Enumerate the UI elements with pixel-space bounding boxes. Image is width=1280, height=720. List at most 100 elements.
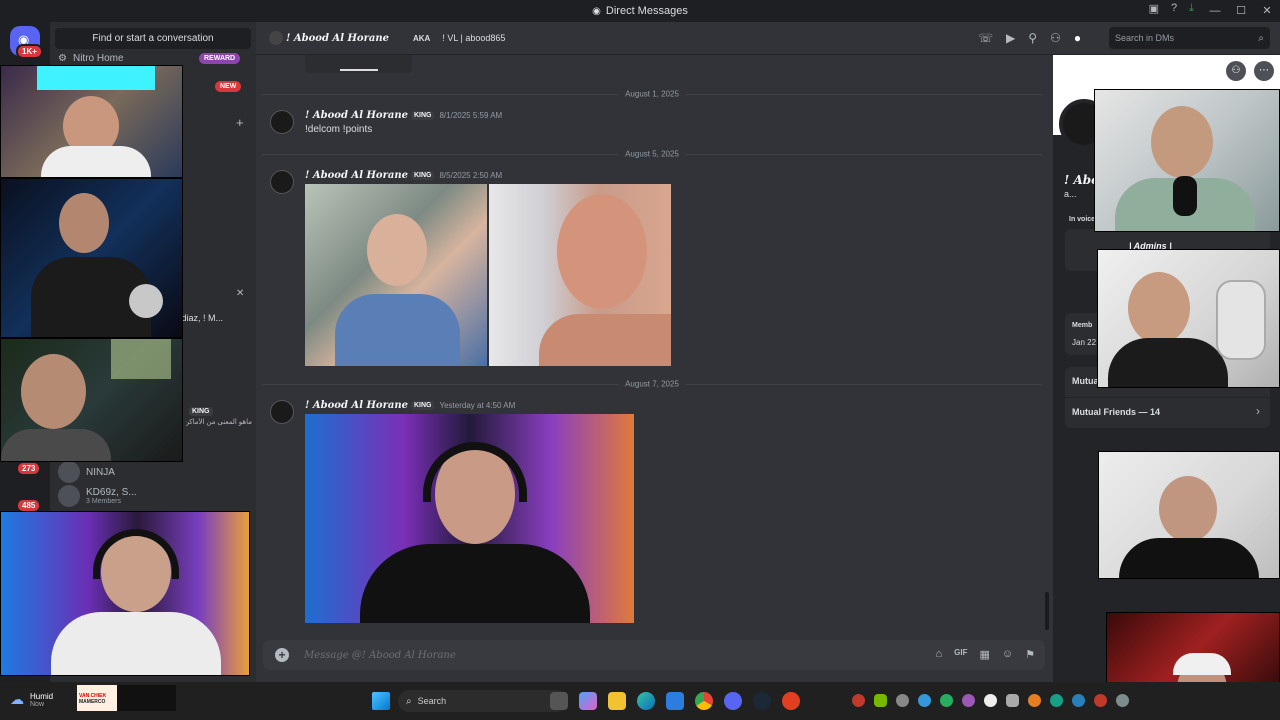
- weather-widget[interactable]: ☁ Humid Now: [10, 691, 53, 708]
- dm-item-kd69z[interactable]: KD69z, S... 3 Members: [58, 485, 137, 507]
- mutual-friends-row[interactable]: Mutual Friends — 14 ›: [1065, 398, 1270, 428]
- cam-shirt: [1119, 538, 1259, 578]
- taskbar-search[interactable]: ⌕ Search: [398, 690, 568, 712]
- member-since-label: Memb: [1072, 322, 1093, 329]
- role-tag: KING: [410, 111, 435, 120]
- inbox-icon[interactable]: ▣: [1149, 2, 1159, 15]
- message-header: ! Abood Al Horane KING 8/5/2025 2:50 AM: [305, 170, 502, 181]
- help-icon[interactable]: ?: [1171, 2, 1177, 15]
- tray-app-icon[interactable]: [984, 694, 997, 707]
- video-call-icon[interactable]: ▶: [1006, 31, 1015, 45]
- user-profile-icon[interactable]: ●: [1074, 31, 1081, 45]
- date-label: August 7, 2025: [619, 379, 685, 389]
- chrome-icon[interactable]: [695, 692, 713, 710]
- cam-shirt: [51, 612, 221, 675]
- discord-app-icon[interactable]: [724, 692, 742, 710]
- scrollbar[interactable]: [1045, 592, 1049, 630]
- obs-icon[interactable]: [782, 692, 800, 710]
- voice-call-icon[interactable]: ☏: [978, 31, 993, 45]
- promo-line2: MAMERCO: [79, 699, 106, 705]
- copilot-icon[interactable]: [579, 692, 597, 710]
- message-input-placeholder: Message @! Abood Al Horane: [304, 649, 456, 661]
- cam-person: [1159, 476, 1217, 542]
- webcam-overlay-2: [0, 178, 183, 338]
- avatar[interactable]: [270, 110, 294, 134]
- dm-search-placeholder: Search in DMs: [1115, 33, 1175, 43]
- add-attachment-icon[interactable]: +: [275, 648, 289, 662]
- tray-app-icon[interactable]: [962, 694, 975, 707]
- tray-app-icon[interactable]: [896, 694, 909, 707]
- image-attachment[interactable]: [489, 184, 671, 366]
- store-icon[interactable]: [666, 692, 684, 710]
- cam-headset: [93, 529, 179, 579]
- sticker-icon[interactable]: ▦: [979, 648, 989, 661]
- tray-app-icon[interactable]: [1116, 694, 1129, 707]
- close-dm-button[interactable]: ✕: [236, 288, 244, 299]
- create-dm-button[interactable]: +: [236, 115, 244, 130]
- cam-mic: [129, 284, 163, 318]
- message-1: ! Abood Al Horane KING 8/1/2025 5:59 AM …: [305, 110, 502, 135]
- nitro-icon: ⚙: [58, 53, 67, 64]
- emoji-icon[interactable]: ☺: [1002, 648, 1013, 661]
- tray-app-icon[interactable]: [1050, 694, 1063, 707]
- tray-app-icon[interactable]: [940, 694, 953, 707]
- message-composer[interactable]: + Message @! Abood Al Horane ⌂ GIF ▦ ☺ ⚑: [263, 640, 1045, 670]
- image-attachment[interactable]: [305, 414, 634, 623]
- tray-app-icon[interactable]: [1094, 694, 1107, 707]
- add-friends-icon[interactable]: ⚇: [1050, 31, 1061, 45]
- maximize-button[interactable]: ☐: [1228, 0, 1254, 22]
- reward-pill: REWARD: [199, 53, 241, 64]
- tray-app-icon[interactable]: [1028, 694, 1041, 707]
- photo-subject: [557, 194, 647, 309]
- file-explorer-icon[interactable]: [608, 692, 626, 710]
- cam-shirt: [41, 146, 151, 177]
- message-author[interactable]: ! Abood Al Horane: [305, 110, 408, 121]
- date-divider: August 7, 2025: [262, 379, 1042, 389]
- steam-icon[interactable]: [753, 692, 771, 710]
- arabic-preview: ماهو المعنى من الأماكن؟: [186, 419, 252, 426]
- composer-actions: ⌂ GIF ▦ ☺ ⚑: [935, 648, 1035, 661]
- message-author[interactable]: ! Abood Al Horane: [305, 170, 408, 181]
- more-options-icon[interactable]: ⋯: [1254, 61, 1274, 81]
- task-view-icon[interactable]: [550, 692, 568, 710]
- tray-app-icon[interactable]: [852, 694, 865, 707]
- tray-nvidia-icon[interactable]: [874, 694, 887, 707]
- download-icon[interactable]: ⤓: [1189, 2, 1194, 15]
- avatar[interactable]: [270, 170, 294, 194]
- search-icon: ⌕: [406, 695, 412, 707]
- header-actions: ☏ ▶ ⚲ ⚇ ●: [978, 31, 1081, 45]
- find-conversation-button[interactable]: Find or start a conversation: [55, 28, 251, 49]
- message-text: !delcom !points: [305, 124, 373, 135]
- tray-app-icon[interactable]: [918, 694, 931, 707]
- apps-icon[interactable]: ⚑: [1025, 648, 1035, 661]
- nitro-home-item[interactable]: ⚙ Nitro Home REWARD: [58, 53, 241, 64]
- message-timestamp: 8/5/2025 2:50 AM: [439, 171, 503, 180]
- dm-name: KD69z, S...: [86, 487, 137, 498]
- promo-widget[interactable]: VAN CHIEK MAMERCO: [77, 685, 176, 711]
- add-friend-icon[interactable]: ⚇: [1226, 61, 1246, 81]
- dm-search-input[interactable]: Search in DMs ⌕: [1109, 27, 1270, 49]
- dm-item-ninja[interactable]: NINJA: [58, 461, 115, 483]
- edge-icon[interactable]: [637, 692, 655, 710]
- gift-icon[interactable]: ⌂: [935, 648, 942, 661]
- message-timestamp: Yesterday at 4:50 AM: [439, 401, 516, 410]
- avatar[interactable]: [270, 400, 294, 424]
- webcam-overlay-3: [0, 338, 183, 462]
- close-window-button[interactable]: ✕: [1254, 0, 1280, 22]
- gif-icon[interactable]: GIF: [954, 648, 967, 661]
- tray-app-icon[interactable]: [1072, 694, 1085, 707]
- minimize-button[interactable]: —: [1202, 0, 1228, 22]
- search-icon: ⌕: [1258, 32, 1264, 44]
- image-attachment[interactable]: [305, 184, 487, 366]
- dm-item-king[interactable]: KING ماهو المعنى من الأماكن؟: [186, 400, 252, 426]
- windows-start-icon[interactable]: [372, 692, 390, 710]
- tray-app-icon[interactable]: [1006, 694, 1019, 707]
- avatar: [58, 461, 80, 483]
- pin-icon[interactable]: ⚲: [1028, 31, 1037, 45]
- webcam-overlay-7: [1098, 451, 1280, 579]
- dm-members: 3 Members: [86, 498, 122, 505]
- message-author[interactable]: ! Abood Al Horane: [305, 400, 408, 411]
- photo-shirt: [335, 294, 460, 366]
- discord-home-button[interactable]: ◉ 1K+: [10, 26, 43, 59]
- weather-title: Humid: [30, 691, 54, 701]
